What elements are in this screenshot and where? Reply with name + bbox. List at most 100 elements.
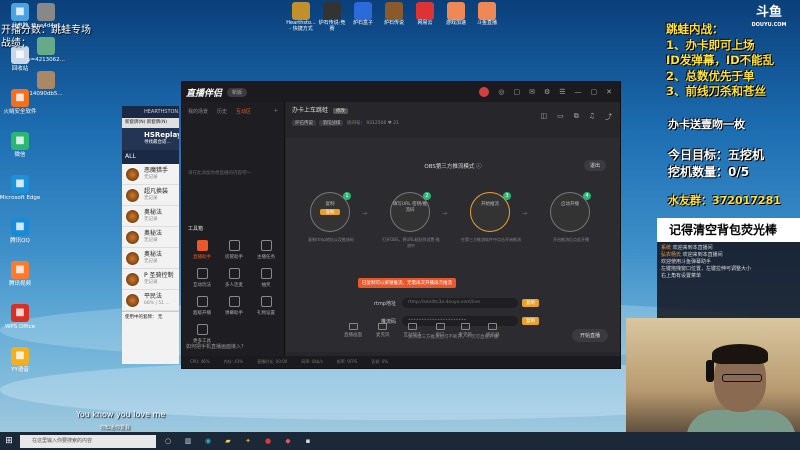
bottom-tool[interactable]: 麦克风	[376, 322, 390, 338]
tool-item[interactable]: 多人连麦	[218, 268, 250, 288]
share-screen-icon[interactable]: ⧉	[574, 112, 579, 122]
quit-obs-mode-button[interactable]: 退出	[583, 160, 606, 171]
deck-title: 奥秘法	[144, 230, 163, 237]
mail-icon[interactable]: ✉	[529, 88, 535, 96]
video-icon: ■	[11, 261, 29, 279]
version-badge[interactable]: 新版	[227, 87, 248, 97]
phone-stream-help-link[interactable]: 如何把手机直播画面接入？	[186, 343, 246, 350]
tool-item[interactable]: 弹幕助手	[218, 296, 250, 316]
avatar[interactable]	[479, 87, 490, 97]
desktop-icon[interactable]: Hearthsto... - 快捷方式	[286, 2, 316, 32]
bottom-tool[interactable]: 麦克风	[459, 322, 472, 338]
edit-room-button[interactable]: 修改	[332, 108, 348, 114]
desktop-icon[interactable]: ■ Microsoft Edge	[0, 175, 42, 201]
screen-icon[interactable]: ▭	[557, 112, 564, 122]
deck-row[interactable]: 奥秘法 无记录	[122, 227, 179, 248]
terminal-icon[interactable]: ▪	[300, 433, 316, 449]
tab-interaction[interactable]: 互动区	[236, 108, 251, 115]
tracker-deck-tabs[interactable]: 新套牌(N) 新套牌(N)	[122, 118, 179, 128]
tab-history[interactable]: 历史	[217, 108, 227, 115]
gift-icon[interactable]: ◫	[540, 112, 547, 122]
minimize-icon[interactable]: —	[575, 88, 582, 96]
desktop-icon[interactable]: 炉石盒子	[348, 2, 378, 27]
class-filter[interactable]: ALL	[122, 150, 179, 164]
netease-icon[interactable]: ●	[260, 433, 276, 449]
bottom-tool-icon	[488, 322, 498, 330]
music-icon	[416, 2, 434, 20]
settings-icon[interactable]: ⚙	[544, 88, 550, 96]
desktop-icon[interactable]: ■ 腾讯QQ	[0, 218, 42, 244]
desktop-icon-label: 微信	[14, 152, 26, 158]
start-live-button[interactable]: 开始直播	[571, 329, 608, 342]
class-avatar-icon	[125, 229, 140, 245]
tool-label: 多人连麦	[225, 283, 243, 288]
desktop-icon[interactable]: 14090db5...	[24, 71, 68, 97]
tool-item[interactable]: 直播助手	[186, 240, 218, 260]
deck-title: 奥秘法	[144, 209, 163, 216]
filter-all[interactable]: ALL	[125, 153, 136, 160]
desktop-icon[interactable]: 游戏加速	[441, 2, 471, 27]
tool-item[interactable]: 抽奖	[250, 268, 282, 288]
folder-icon[interactable]: ▰	[220, 433, 236, 449]
desktop-icon-label: Hearthsto... - 快捷方式	[286, 20, 316, 32]
tool-item[interactable]: 互动玩法	[186, 268, 218, 288]
desktop-icon[interactable]: ■ 微信	[0, 132, 42, 158]
class-avatar-icon	[125, 187, 140, 203]
tool-icon	[228, 296, 240, 307]
copy-rtmp-button[interactable]: 复制	[522, 299, 539, 307]
overlay-rules-title: 跳蛙内战：	[666, 22, 724, 36]
chat-message: 弘农杨氏 欢迎来到本直播间	[661, 252, 796, 259]
tab-scenes[interactable]: 我的场景	[188, 108, 208, 115]
close-icon[interactable]: ✕	[606, 88, 612, 96]
taskbar-apps-icon[interactable]: ▥	[180, 433, 196, 449]
tool-item[interactable]: 房管助手	[218, 240, 250, 260]
add-icon[interactable]: +	[274, 108, 278, 115]
hsreplay-banner[interactable]: HSReplay 寻找最合适...	[122, 128, 179, 150]
bottom-tool[interactable]: 窗口	[435, 322, 445, 338]
bottom-tool[interactable]: 直播画面	[344, 322, 362, 338]
desktop-icon[interactable]: ■ 腾讯视频	[0, 261, 42, 287]
deck-row[interactable]: 超凡换装 无记录	[122, 185, 179, 206]
share-icon[interactable]: ⤴	[605, 112, 612, 122]
tool-item[interactable]: 超级开播	[186, 296, 218, 316]
maximize-icon[interactable]: ▢	[591, 88, 598, 96]
menu-icon[interactable]: ☰	[559, 88, 565, 96]
tool-item[interactable]: 主播任务	[250, 240, 282, 260]
bottom-tool-icon	[378, 322, 388, 330]
bell-icon[interactable]: ♫	[589, 112, 595, 122]
chat-text: 欢迎来到本直播间	[682, 252, 723, 258]
bottom-tool[interactable]: 扬声器	[486, 322, 500, 338]
desktop-icon[interactable]: 炉石传说-竞赛	[317, 2, 347, 32]
message-icon[interactable]: ▢	[513, 88, 520, 96]
task-view-icon[interactable]: ○	[160, 433, 176, 449]
tool-item[interactable]: 礼物设置	[250, 296, 282, 316]
rtmp-input[interactable]: rtmp://sendtc3a.douyu.com/live	[402, 298, 518, 308]
deck-row[interactable]: 奥秘法 无记录	[122, 248, 179, 269]
desktop-icon[interactable]: 网易云	[410, 2, 440, 27]
deck-row[interactable]: 奥秘法 无记录	[122, 206, 179, 227]
headset-icon[interactable]: ◎	[498, 88, 504, 96]
desktop-icon[interactable]: ■ WPS Office	[0, 304, 42, 330]
step-label: 复制	[325, 202, 335, 207]
category-tag[interactable]: 炉石传说	[292, 120, 316, 126]
deck-row[interactable]: 恶魔猎手 无记录	[122, 164, 179, 185]
hearthstone-icon[interactable]: ✦	[240, 433, 256, 449]
desktop-icon[interactable]: ■ YY语音	[0, 347, 42, 373]
desktop-icon[interactable]: 斗鱼直播	[472, 2, 502, 27]
edge-icon[interactable]: ◉	[200, 433, 216, 449]
step-copy-button[interactable]: 复制	[320, 209, 340, 215]
start-icon[interactable]: ⊞	[0, 436, 18, 446]
deck-row[interactable]: P 圣骑控制 无记录	[122, 269, 179, 290]
desktop-icon-label: 游戏加速	[445, 20, 466, 26]
bottom-tool[interactable]: 互动玩法	[404, 322, 422, 338]
deck-row[interactable]: 平民法 68% | 51 ...	[122, 290, 179, 311]
desktop-icon[interactable]: 炉石传说	[379, 2, 409, 27]
chat-text: 右上角有设置菜单	[661, 273, 702, 279]
subcategory-tag[interactable]: 酒馆战棋	[319, 120, 344, 126]
live-companion-icon[interactable]: ◆	[280, 433, 296, 449]
class-avatar-icon	[125, 208, 140, 224]
taskbar-search[interactable]: 在这里输入你要搜索的内容	[20, 434, 156, 448]
deck-title: 恶魔猎手	[144, 167, 169, 174]
qq-icon: ■	[11, 218, 29, 236]
tool-item[interactable]: 更多工具	[186, 324, 218, 344]
